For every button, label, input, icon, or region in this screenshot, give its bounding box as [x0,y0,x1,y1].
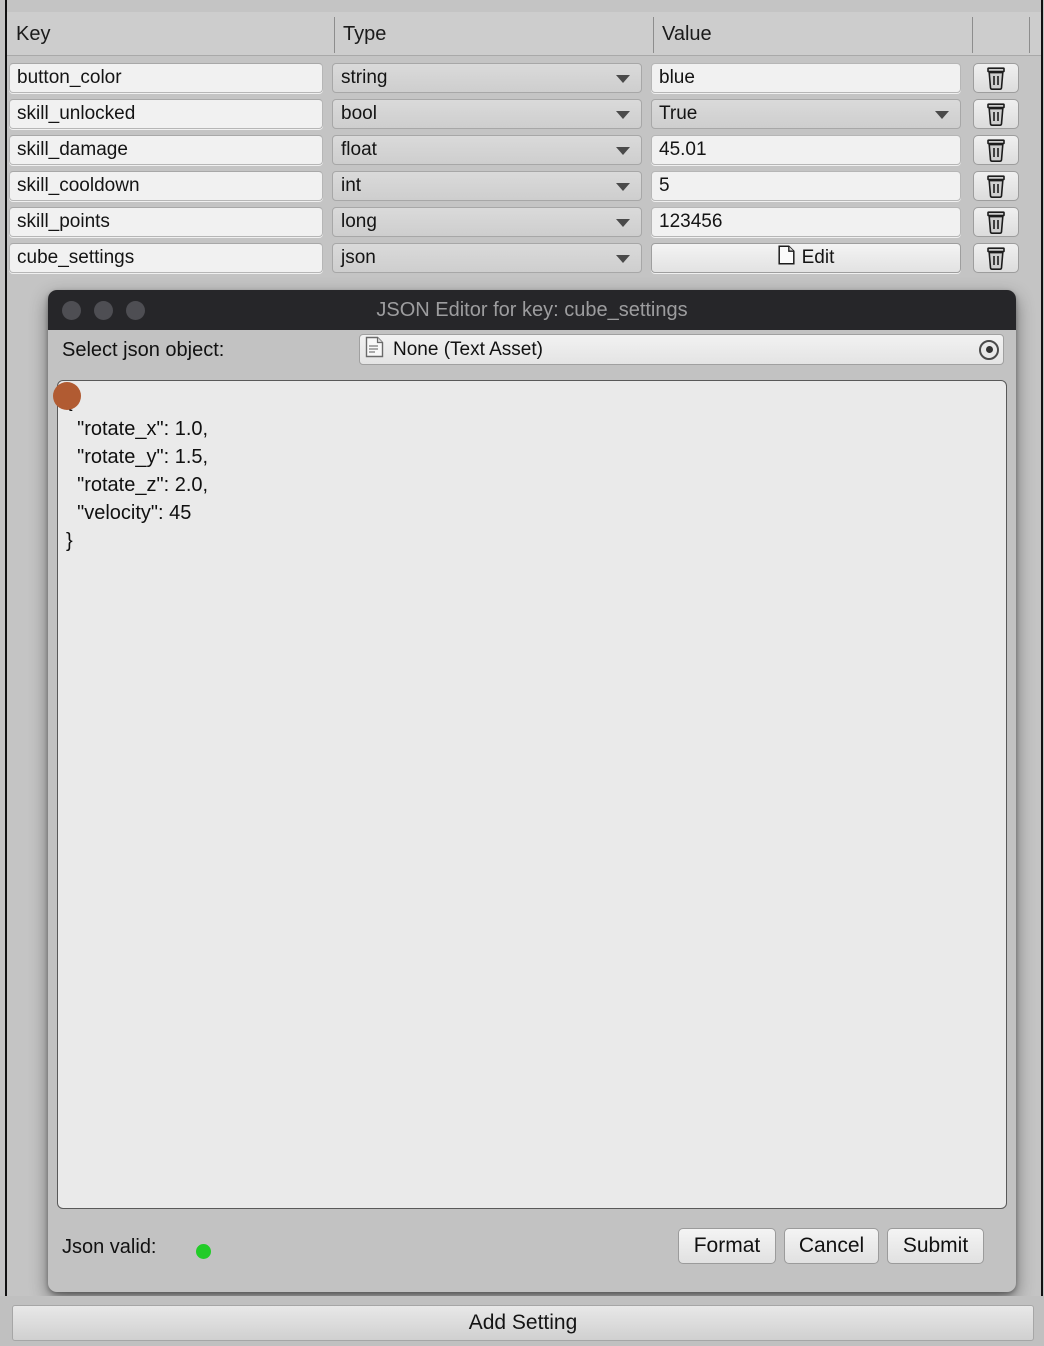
delete-row-button[interactable] [973,243,1019,273]
column-header-type: Type [343,22,387,45]
type-dropdown-label: long [341,211,377,232]
chevron-down-icon [616,147,630,155]
json-object-value: None (Text Asset) [393,338,543,360]
type-dropdown-label: string [341,67,388,88]
type-dropdown-label: int [341,175,362,196]
type-dropdown-label: bool [341,103,377,124]
type-dropdown[interactable]: string [332,63,642,93]
dialog-title: JSON Editor for key: cube_settings [376,299,688,321]
trash-icon [984,246,1008,271]
column-divider-key-type[interactable] [334,17,335,53]
key-input[interactable]: skill_unlocked [9,99,323,129]
dialog-footer: Json valid: Format Cancel Submit [48,1228,1016,1292]
table-row: skill_cooldown int 5 [0,171,1044,201]
delete-row-button[interactable] [973,135,1019,165]
add-setting-button[interactable]: Add Setting [12,1305,1034,1341]
type-dropdown-label: float [341,139,377,160]
trash-icon [984,102,1008,127]
document-icon [778,245,795,271]
column-header-key: Key [16,22,51,45]
table-row: cube_settings json Edit [0,243,1044,273]
table-row: skill_damage float 45.01 [0,135,1044,165]
value-input[interactable]: 123456 [651,207,961,237]
format-button[interactable]: Format [678,1228,776,1264]
key-input[interactable]: button_color [9,63,323,93]
edit-json-button-label: Edit [801,247,835,268]
column-divider-actions-end[interactable] [1029,17,1030,53]
type-dropdown[interactable]: bool [332,99,642,129]
trash-icon [984,210,1008,235]
chevron-down-icon [616,219,630,227]
type-dropdown[interactable]: float [332,135,642,165]
json-valid-label: Json valid: [62,1236,157,1258]
delete-row-button[interactable] [973,207,1019,237]
delete-row-button[interactable] [973,171,1019,201]
type-dropdown[interactable]: int [332,171,642,201]
chevron-down-icon [616,111,630,119]
key-input[interactable]: skill_cooldown [9,171,323,201]
value-dropdown-label: True [659,103,698,124]
text-asset-icon [365,336,384,364]
cursor-highlight-dot [53,382,81,410]
trash-icon [984,138,1008,163]
settings-editor-window: Key Type Value button_color string blue ski… [0,0,1044,1346]
table-row: button_color string blue [0,63,1044,93]
key-input[interactable]: cube_settings [9,243,323,273]
chevron-down-icon [616,255,630,263]
json-valid-status-indicator [196,1244,211,1259]
json-object-field[interactable]: None (Text Asset) [359,334,1004,365]
header-underline [7,55,1041,56]
key-input[interactable]: skill_damage [9,135,323,165]
trash-icon [984,66,1008,91]
type-dropdown-label: json [341,247,376,268]
value-dropdown[interactable]: True [651,99,961,129]
json-text-editor[interactable]: { "rotate_x": 1.0, "rotate_y": 1.5, "rot… [57,380,1007,1209]
value-input[interactable]: 45.01 [651,135,961,165]
key-input[interactable]: skill_points [9,207,323,237]
table-row: skill_unlocked bool True [0,99,1044,129]
value-input[interactable]: 5 [651,171,961,201]
column-header-value: Value [662,22,712,45]
chevron-down-icon [935,111,949,119]
column-divider-value-actions[interactable] [972,17,973,53]
cancel-button[interactable]: Cancel [784,1228,879,1264]
submit-button[interactable]: Submit [887,1228,984,1264]
column-divider-type-value[interactable] [653,17,654,53]
type-dropdown[interactable]: long [332,207,642,237]
object-picker-icon[interactable] [979,339,999,360]
delete-row-button[interactable] [973,63,1019,93]
chevron-down-icon [616,183,630,191]
trash-icon [984,174,1008,199]
edit-json-button[interactable]: Edit [651,243,961,273]
json-editor-dialog: JSON Editor for key: cube_settings Selec… [48,290,1016,1292]
chevron-down-icon [616,75,630,83]
table-header: Key Type Value [7,12,1041,56]
object-selector-label: Select json object: [62,339,225,361]
value-input[interactable]: blue [651,63,961,93]
object-selector-row: Select json object: None (Text Asset) [48,334,1016,410]
delete-row-button[interactable] [973,99,1019,129]
table-row: skill_points long 123456 [0,207,1044,237]
type-dropdown[interactable]: json [332,243,642,273]
